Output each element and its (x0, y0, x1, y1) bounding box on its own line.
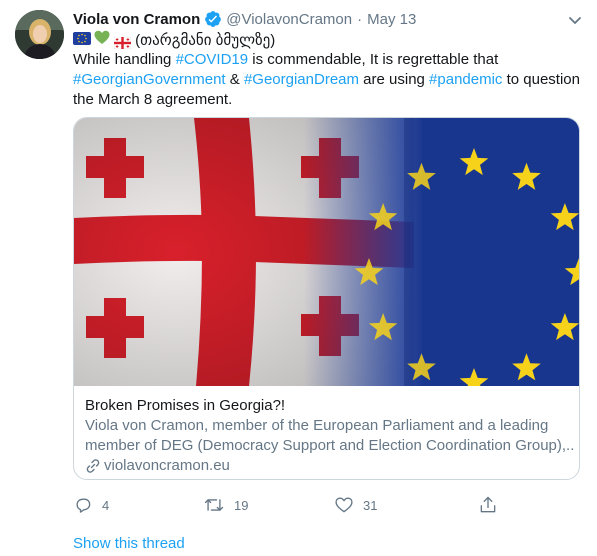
eu-flag-icon (73, 31, 91, 51)
translation-note: (თარგმანი ბმულზე) (131, 31, 276, 49)
card-description-line: member of DEG (Democracy Support and Ele… (85, 437, 575, 454)
tweet-actions: 4 19 31 (73, 495, 503, 517)
like-count: 31 (363, 497, 378, 513)
tweet-text-line: #GeorgianGovernment & #GeorgianDream are… (73, 70, 583, 90)
hashtag-link[interactable]: #GeorgianGovernment (73, 71, 226, 88)
retweet-icon (204, 499, 224, 511)
hashtag-link[interactable]: #pandemic (429, 71, 502, 88)
reply-icon (76, 498, 91, 513)
card-title: Broken Promises in Georgia?! (85, 397, 286, 414)
card-body: Broken Promises in Georgia?! Viola von C… (85, 396, 575, 476)
card-link-domain: violavoncramon.eu (104, 457, 230, 474)
georgia-flag-icon (113, 35, 132, 49)
avatar-photo (15, 10, 64, 59)
retweet-button[interactable]: 19 (203, 495, 248, 515)
share-button[interactable] (478, 495, 507, 515)
tweet-text-segment: is commendable, It is regrettable that (248, 51, 499, 68)
green-heart-icon (94, 30, 110, 51)
retweet-count: 19 (234, 497, 249, 513)
reply-button[interactable]: 4 (73, 495, 109, 515)
like-button[interactable]: 31 (334, 495, 377, 515)
author-handle[interactable]: @ViolavonCramon (226, 11, 352, 28)
card-description: Viola von Cramon, member of the European… (85, 416, 575, 456)
chevron-down-icon[interactable] (565, 10, 585, 30)
verified-icon (204, 10, 222, 28)
author-name[interactable]: Viola von Cramon (73, 11, 200, 28)
separator: · (357, 10, 363, 28)
tweet-text-segment: the March 8 agreement. (73, 91, 233, 108)
tweet-text: While handling #COVID19 is commendable, … (73, 50, 583, 110)
tweet-text-line: While handling #COVID19 is commendable, … (73, 50, 583, 70)
tweet-text-line-emoji: (თარგმანი ბმულზე) (73, 30, 275, 51)
tweet-text-segment: While handling (73, 51, 176, 68)
tweet-text-segment: to question (502, 71, 580, 88)
link-card[interactable]: Broken Promises in Georgia?! Viola von C… (73, 117, 580, 480)
hashtag-link[interactable]: #COVID19 (176, 51, 249, 68)
heart-icon (335, 497, 353, 513)
share-icon (480, 496, 496, 513)
card-link[interactable]: violavoncramon.eu (85, 456, 575, 476)
tweet-header: Viola von Cramon @ViolavonCramon · May 1… (73, 9, 416, 29)
tweet-text-segment: are using (359, 71, 430, 88)
avatar[interactable] (15, 10, 64, 59)
card-description-line: Viola von Cramon, member of the European… (85, 417, 549, 434)
reply-count: 4 (102, 497, 110, 513)
card-image (74, 118, 579, 386)
tweet-text-line: the March 8 agreement. (73, 90, 583, 110)
show-thread-link[interactable]: Show this thread (73, 535, 185, 552)
hashtag-link[interactable]: #GeorgianDream (244, 71, 359, 88)
tweet-date[interactable]: May 13 (367, 11, 416, 28)
tweet-text-segment: & (225, 71, 244, 88)
link-icon (86, 459, 100, 473)
